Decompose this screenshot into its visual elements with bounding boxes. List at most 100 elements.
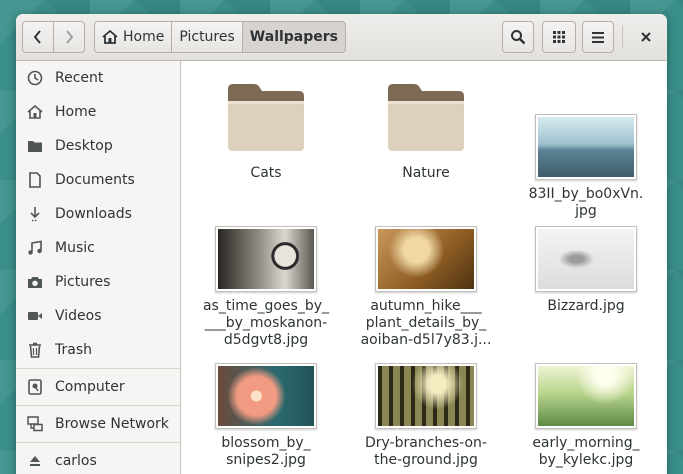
sidebar-item-label: Desktop <box>55 138 113 154</box>
file-name-line: ___by_moskanon- <box>204 315 328 331</box>
file-item-image[interactable]: Bizzard.jpg <box>511 226 661 315</box>
sidebar-item-music[interactable]: Music <box>16 231 180 265</box>
sidebar-item-home[interactable]: Home <box>16 95 180 129</box>
view-toggle-button[interactable] <box>542 21 576 53</box>
thumbnail-image <box>538 366 634 426</box>
search-button[interactable] <box>502 21 534 53</box>
back-button[interactable] <box>22 21 54 53</box>
thumbnail-image <box>378 366 474 426</box>
breadcrumb-pictures[interactable]: Pictures <box>171 21 243 53</box>
file-name: blossom_by_ snipes2.jpg <box>191 435 341 469</box>
video-icon <box>27 308 43 324</box>
file-item-image[interactable]: blossom_by_ snipes2.jpg <box>191 363 341 469</box>
music-icon <box>27 240 43 256</box>
home-icon <box>27 104 43 120</box>
sidebar-item-trash[interactable]: Trash <box>16 333 180 367</box>
thumbnail-frame <box>215 363 317 429</box>
sidebar-item-label: Documents <box>55 172 135 188</box>
breadcrumb-wallpapers[interactable]: Wallpapers <box>241 21 347 53</box>
folder-icon <box>228 84 304 151</box>
file-view: Cats Nature 83II_by_bo0xVn. jpg as_time_… <box>182 61 667 474</box>
file-item-folder[interactable]: Nature <box>351 79 501 182</box>
file-name-line: the-ground.jpg <box>374 452 478 468</box>
breadcrumb-label: Pictures <box>179 29 235 45</box>
header-separator <box>622 25 623 49</box>
sidebar-item-label: Home <box>55 104 97 120</box>
file-name-line: early_morning_ <box>532 435 640 451</box>
sidebar: Recent Home Desktop Documents Downloads … <box>16 61 181 474</box>
file-name: Dry-branches-on- the-ground.jpg <box>351 435 501 469</box>
sidebar-item-label: carlos <box>55 453 97 469</box>
thumbnail-image <box>218 366 314 426</box>
sidebar-item-documents[interactable]: Documents <box>16 163 180 197</box>
breadcrumb-label: Wallpapers <box>249 29 339 45</box>
file-item-image[interactable]: Dry-branches-on- the-ground.jpg <box>351 363 501 469</box>
breadcrumb-home[interactable]: Home <box>94 21 173 53</box>
thumbnail-frame <box>375 363 477 429</box>
thumbnail-frame <box>535 226 637 292</box>
sidebar-item-pictures[interactable]: Pictures <box>16 265 180 299</box>
nav-buttons <box>22 21 86 53</box>
file-name-line: plant_details_by_ <box>365 315 487 331</box>
home-icon <box>102 30 118 44</box>
file-name-line: 83II_by_bo0xVn. <box>528 186 644 202</box>
sidebar-item-videos[interactable]: Videos <box>16 299 180 333</box>
sidebar-item-label: Downloads <box>55 206 132 222</box>
file-name: autumn_hike___ plant_details_by_ aoiban-… <box>351 298 501 349</box>
chevron-right-icon <box>66 30 74 44</box>
thumbnail-frame <box>535 114 637 180</box>
sidebar-item-label: Pictures <box>55 274 111 290</box>
file-name-line: d5dgvt8.jpg <box>223 332 309 348</box>
file-manager-window: Home Pictures Wallpapers Recent Home Des… <box>16 14 667 474</box>
thumbnail-image <box>218 229 314 289</box>
forward-button[interactable] <box>53 21 85 53</box>
folder-icon <box>388 84 464 151</box>
thumbnail-image <box>538 117 634 177</box>
file-item-image[interactable]: early_morning_ by_kylekc.jpg <box>511 363 661 469</box>
hamburger-menu-icon <box>592 31 604 43</box>
search-icon <box>511 30 526 45</box>
file-name-line: Bizzard.jpg <box>547 298 625 314</box>
download-icon <box>27 206 43 222</box>
file-name-line: Dry-branches-on- <box>364 435 487 451</box>
file-name-line: aoiban-d5l7y83.j... <box>360 332 492 348</box>
file-name: Bizzard.jpg <box>511 298 661 315</box>
sidebar-separator <box>16 405 180 406</box>
document-icon <box>27 172 43 188</box>
file-item-image[interactable]: as_time_goes_by_ ___by_moskanon- d5dgvt8… <box>191 226 341 349</box>
sidebar-item-label: Computer <box>55 379 125 395</box>
file-name-line: blossom_by_ <box>221 435 311 451</box>
sidebar-item-computer[interactable]: Computer <box>16 370 180 404</box>
file-name: Nature <box>402 165 450 181</box>
sidebar-item-label: Trash <box>55 342 92 358</box>
sidebar-item-downloads[interactable]: Downloads <box>16 197 180 231</box>
file-name-line: as_time_goes_by_ <box>202 298 330 314</box>
file-name: early_morning_ by_kylekc.jpg <box>511 435 661 469</box>
clock-icon <box>27 70 43 86</box>
sidebar-item-browse-network[interactable]: Browse Network <box>16 407 180 441</box>
eject-icon <box>27 453 43 469</box>
sidebar-item-label: Videos <box>55 308 102 324</box>
thumbnail-frame <box>375 226 477 292</box>
thumbnail-frame <box>215 226 317 292</box>
file-name: 83II_by_bo0xVn. jpg <box>511 186 661 220</box>
sidebar-item-label: Music <box>55 240 95 256</box>
thumbnail-image <box>538 229 634 289</box>
file-item-image[interactable]: autumn_hike___ plant_details_by_ aoiban-… <box>351 226 501 349</box>
sidebar-separator <box>16 368 180 369</box>
close-button[interactable] <box>631 21 661 53</box>
chevron-left-icon <box>33 30 41 44</box>
headerbar: Home Pictures Wallpapers <box>16 14 667 61</box>
file-name: Cats <box>250 165 282 181</box>
sidebar-item-recent[interactable]: Recent <box>16 61 180 95</box>
drive-icon <box>27 379 43 395</box>
file-name-line: autumn_hike___ <box>370 298 482 314</box>
menu-button[interactable] <box>582 21 614 53</box>
file-item-folder[interactable]: Cats <box>191 79 341 182</box>
file-item-image[interactable]: 83II_by_bo0xVn. jpg <box>511 114 661 220</box>
thumbnail-frame <box>535 363 637 429</box>
sidebar-item-desktop[interactable]: Desktop <box>16 129 180 163</box>
close-icon <box>641 32 651 42</box>
sidebar-item-carlos[interactable]: carlos <box>16 444 180 474</box>
network-icon <box>27 416 43 432</box>
